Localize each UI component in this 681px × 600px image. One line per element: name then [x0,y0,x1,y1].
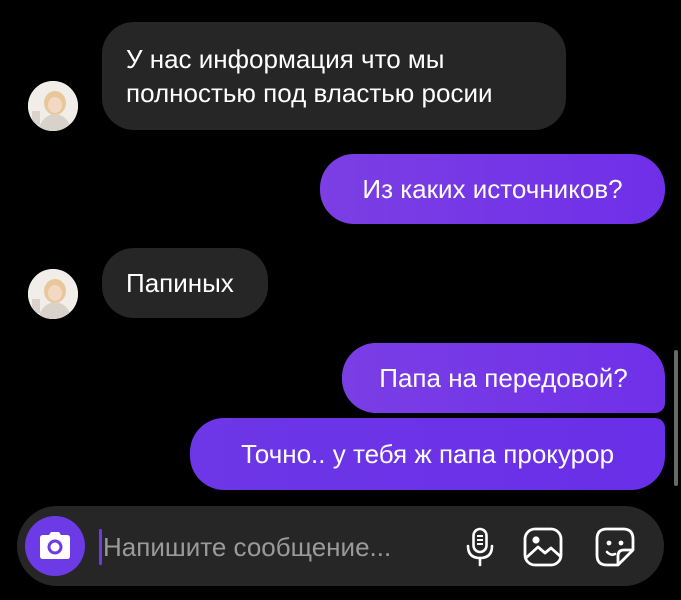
gallery-icon [523,527,563,567]
text-cursor [99,529,102,565]
message-text: Папа на передовой? [379,363,628,393]
sticker-button[interactable] [592,524,638,570]
microphone-button[interactable] [457,524,503,570]
message-bubble-outgoing[interactable]: Точно.. у тебя ж папа прокурор [190,418,665,490]
message-text: Точно.. у тебя ж папа прокурор [240,439,615,469]
camera-icon [40,532,70,559]
camera-button[interactable] [25,516,85,576]
chat-screen: У нас информация что мы полностью под вл… [0,0,681,600]
message-bubble-outgoing[interactable]: Папа на передовой? [342,343,665,413]
message-input[interactable] [103,527,448,567]
message-text-line: Папиных [126,268,234,298]
gallery-button[interactable] [520,524,566,570]
message-bubble-incoming[interactable]: У нас информация что мы полностью под вл… [102,22,566,130]
avatar-photo [28,269,78,319]
contact-avatar[interactable] [28,269,78,319]
microphone-icon [466,527,494,567]
scrollbar[interactable] [674,350,678,486]
message-bubble-incoming[interactable]: Папиных [102,248,268,318]
message-bubble-outgoing[interactable]: Из каких источников? [320,154,665,224]
message-text-line: У нас информация что мы [126,44,445,74]
contact-avatar[interactable] [28,81,78,131]
sticker-icon [595,527,635,567]
message-text: Из каких источников? [362,174,623,204]
message-text-line: полностью под властью росии [126,78,493,108]
message-composer [17,506,664,586]
avatar-photo [28,81,78,131]
